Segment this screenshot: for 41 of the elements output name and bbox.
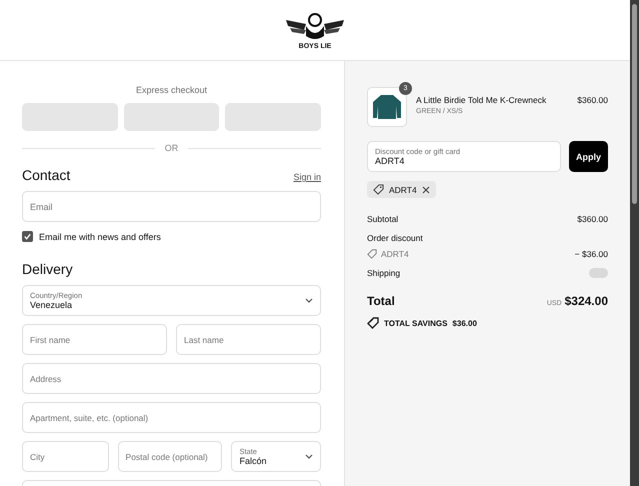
total-savings-value: $36.00 bbox=[452, 318, 477, 328]
order-discount-label: Order discount bbox=[367, 233, 423, 243]
scrollbar[interactable] bbox=[630, 0, 639, 486]
discount-code: ADRT4 bbox=[381, 249, 409, 259]
express-payment-button[interactable] bbox=[225, 103, 322, 131]
checkbox[interactable] bbox=[22, 231, 33, 242]
express-checkout-title: Express checkout bbox=[134, 85, 208, 95]
section-heading: Delivery bbox=[22, 261, 74, 277]
product-name: A Little Birdie Told Me K-Crewneck bbox=[416, 95, 548, 105]
chevron-down-icon bbox=[305, 298, 313, 303]
divider-label: OR bbox=[164, 143, 178, 153]
input-field[interactable]: First name bbox=[22, 324, 167, 355]
product-price: $360.00 bbox=[577, 94, 608, 105]
checkbox-label: Email me with news and offers bbox=[39, 232, 161, 242]
input-field[interactable]: Address bbox=[22, 363, 321, 394]
discount-value: − $36.00 bbox=[574, 249, 608, 259]
shipping-label: Shipping bbox=[367, 268, 400, 278]
scrollbar-thumb[interactable] bbox=[632, 4, 637, 204]
chevron-down-icon bbox=[304, 454, 313, 459]
close-icon[interactable] bbox=[422, 186, 430, 194]
total-value: $324.00 bbox=[564, 294, 608, 308]
discount-code: ADRT4 bbox=[389, 184, 417, 194]
input-field[interactable]: City bbox=[22, 441, 109, 472]
email-field[interactable]: Email bbox=[22, 191, 321, 222]
input-field[interactable]: Apartment, suite, etc. (optional) bbox=[22, 402, 321, 433]
input-field[interactable]: Postal code (optional) bbox=[118, 441, 222, 472]
express-payment-button[interactable] bbox=[124, 103, 220, 131]
loading-placeholder bbox=[589, 268, 608, 278]
tags-icon bbox=[367, 317, 379, 329]
tag-icon bbox=[373, 184, 384, 195]
tag-icon bbox=[367, 249, 377, 259]
subtotal-label: Subtotal bbox=[367, 214, 398, 224]
sweater-icon bbox=[372, 94, 402, 120]
subtotal-value: $360.00 bbox=[577, 214, 608, 224]
total-label: Total bbox=[367, 294, 395, 308]
total-savings-label: TOTAL SAVINGS bbox=[384, 318, 448, 328]
section-heading: Contact bbox=[22, 167, 70, 183]
input-field[interactable]: Last name bbox=[176, 324, 321, 355]
apply-button[interactable]: Apply bbox=[569, 141, 608, 172]
sign-in-link[interactable]: Sign in bbox=[293, 172, 321, 182]
express-payment-button[interactable] bbox=[22, 103, 118, 131]
